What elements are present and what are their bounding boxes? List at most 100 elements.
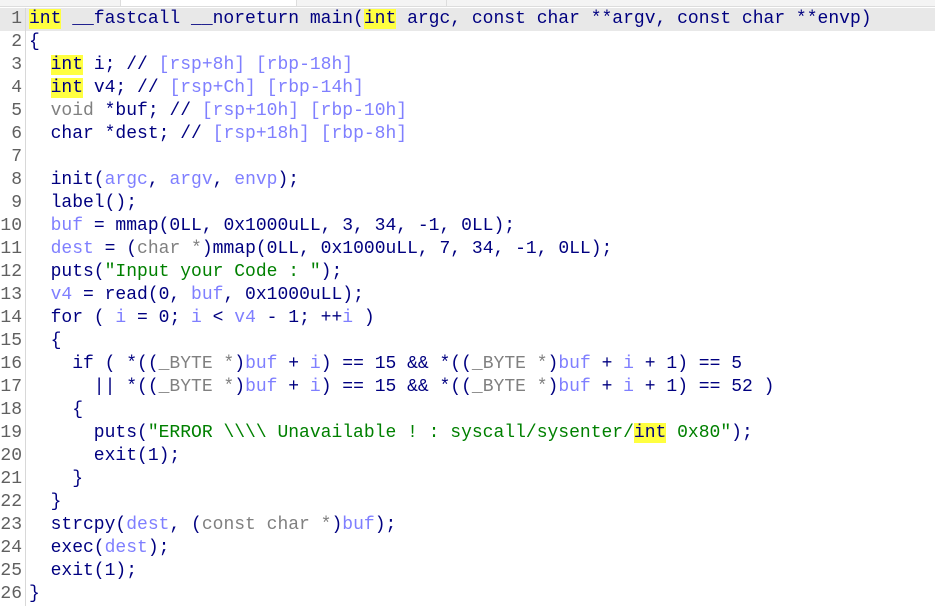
code-token: ) == 15 && *((: [320, 377, 472, 397]
variable-token[interactable]: i: [191, 308, 202, 328]
highlighted-keyword[interactable]: int: [50, 78, 84, 98]
code-token: ,: [147, 170, 170, 190]
variable-token[interactable]: envp: [234, 170, 277, 190]
type-token: _BYTE *: [471, 354, 548, 374]
variable-token[interactable]: [rsp+8h] [rbp-18h]: [159, 55, 353, 75]
code-token: i; //: [83, 55, 159, 75]
pseudocode-view[interactable]: 1 int __fastcall __noreturn main(int argc…: [0, 8, 935, 606]
line-number: 16: [0, 353, 26, 376]
type-token: _BYTE *: [158, 354, 235, 374]
code-token: strcpy(: [29, 515, 127, 535]
code-text: init(argc, argv, envp);: [26, 169, 300, 192]
variable-token[interactable]: dest: [105, 538, 148, 558]
code-token: ) == 15 && *((: [320, 354, 472, 374]
variable-token[interactable]: buf: [245, 377, 277, 397]
code-text: puts("Input your Code : ");: [26, 261, 343, 284]
code-line[interactable]: 10 buf = mmap(0LL, 0x1000uLL, 3, 34, -1,…: [0, 215, 935, 238]
variable-token[interactable]: buf: [191, 285, 223, 305]
code-text: for ( i = 0; i < v4 - 1; ++i ): [26, 307, 375, 330]
variable-token[interactable]: [rsp+Ch] [rbp-14h]: [169, 78, 363, 98]
code-line[interactable]: 14 for ( i = 0; i < v4 - 1; ++i ): [0, 307, 935, 330]
variable-token[interactable]: dest: [51, 239, 94, 259]
code-line[interactable]: 3 int i; // [rsp+8h] [rbp-18h]: [0, 54, 935, 77]
code-line[interactable]: 9 label();: [0, 192, 935, 215]
line-number: 23: [0, 514, 26, 537]
variable-token[interactable]: i: [342, 308, 353, 328]
variable-token[interactable]: i: [623, 377, 634, 397]
code-line[interactable]: 16 if ( *((_BYTE *)buf + i) == 15 && *((…: [0, 353, 935, 376]
code-token: ): [353, 308, 375, 328]
code-line[interactable]: 22 }: [0, 491, 935, 514]
line-number: 7: [0, 146, 26, 169]
code-token: ): [547, 377, 559, 397]
code-text: label();: [26, 192, 137, 215]
tab[interactable]: [120, 0, 297, 6]
code-line[interactable]: 1 int __fastcall __noreturn main(int argc…: [0, 8, 935, 31]
line-number: 6: [0, 123, 26, 146]
variable-token[interactable]: [rsp+18h] [rbp-8h]: [213, 124, 407, 144]
code-line[interactable]: 24 exec(dest);: [0, 537, 935, 560]
line-number: 25: [0, 560, 26, 583]
variable-token[interactable]: i: [310, 377, 321, 397]
code-line[interactable]: 21 }: [0, 468, 935, 491]
line-number: 5: [0, 100, 26, 123]
code-line[interactable]: 23 strcpy(dest, (const char *)buf);: [0, 514, 935, 537]
code-token: +: [590, 354, 624, 374]
code-line[interactable]: 2{: [0, 31, 935, 54]
code-line[interactable]: 17 || *((_BYTE *)buf + i) == 15 && *((_B…: [0, 376, 935, 399]
code-text: strcpy(dest, (const char *)buf);: [26, 514, 397, 537]
code-token: ): [234, 377, 246, 397]
code-line[interactable]: 7: [0, 146, 935, 169]
code-line[interactable]: 12 puts("Input your Code : ");: [0, 261, 935, 284]
variable-token[interactable]: buf: [558, 354, 590, 374]
code-line[interactable]: 26}: [0, 583, 935, 606]
code-token: puts(: [29, 423, 148, 443]
variable-token[interactable]: dest: [126, 515, 169, 535]
line-number: 19: [0, 422, 26, 445]
code-line[interactable]: 18 {: [0, 399, 935, 422]
highlighted-keyword[interactable]: int: [633, 423, 667, 443]
code-token: || *((: [29, 377, 159, 397]
code-line[interactable]: 6 char *dest; // [rsp+18h] [rbp-8h]: [0, 123, 935, 146]
variable-token[interactable]: argc: [105, 170, 148, 190]
string-literal: "ERROR \\\\ Unavailable ! : syscall/syse…: [147, 423, 634, 443]
code-line[interactable]: 15 {: [0, 330, 935, 353]
code-line[interactable]: 25 exit(1);: [0, 560, 935, 583]
highlighted-keyword[interactable]: int: [363, 9, 397, 29]
line-number: 9: [0, 192, 26, 215]
code-line[interactable]: 20 exit(1);: [0, 445, 935, 468]
highlighted-keyword[interactable]: int: [50, 55, 84, 75]
code-line[interactable]: 11 dest = (char *)mmap(0LL, 0x1000uLL, 7…: [0, 238, 935, 261]
code-text: char *dest; // [rsp+18h] [rbp-8h]: [26, 123, 407, 146]
line-number: 21: [0, 468, 26, 491]
code-token: {: [29, 331, 62, 351]
string-literal: "Input your Code : ": [104, 262, 321, 282]
variable-token[interactable]: i: [623, 354, 634, 374]
code-token: puts(: [29, 262, 105, 282]
code-token: );: [147, 538, 170, 558]
variable-token[interactable]: buf: [51, 216, 83, 236]
code-token: argc, const char **argv, const char **en…: [396, 9, 872, 29]
variable-token[interactable]: argv: [169, 170, 212, 190]
variable-token[interactable]: i: [310, 354, 321, 374]
code-line[interactable]: 8 init(argc, argv, envp);: [0, 169, 935, 192]
variable-token[interactable]: buf: [558, 377, 590, 397]
variable-token[interactable]: v4: [234, 308, 256, 328]
code-line[interactable]: 19 puts("ERROR \\\\ Unavailable ! : sysc…: [0, 422, 935, 445]
variable-token[interactable]: buf: [245, 354, 277, 374]
code-line[interactable]: 13 v4 = read(0, buf, 0x1000uLL);: [0, 284, 935, 307]
code-text: {: [26, 31, 40, 54]
tab-strip: [0, 0, 935, 7]
code-line[interactable]: 4 int v4; // [rsp+Ch] [rbp-14h]: [0, 77, 935, 100]
variable-token[interactable]: buf: [342, 515, 374, 535]
variable-token[interactable]: i: [115, 308, 126, 328]
code-line[interactable]: 5 void *buf; // [rsp+10h] [rbp-10h]: [0, 100, 935, 123]
code-text: void *buf; // [rsp+10h] [rbp-10h]: [26, 100, 407, 123]
variable-token[interactable]: [rsp+10h] [rbp-10h]: [202, 101, 407, 121]
code-text: v4 = read(0, buf, 0x1000uLL);: [26, 284, 364, 307]
code-text: exit(1);: [26, 445, 180, 468]
variable-token[interactable]: v4: [51, 285, 73, 305]
highlighted-keyword[interactable]: int: [29, 9, 62, 29]
